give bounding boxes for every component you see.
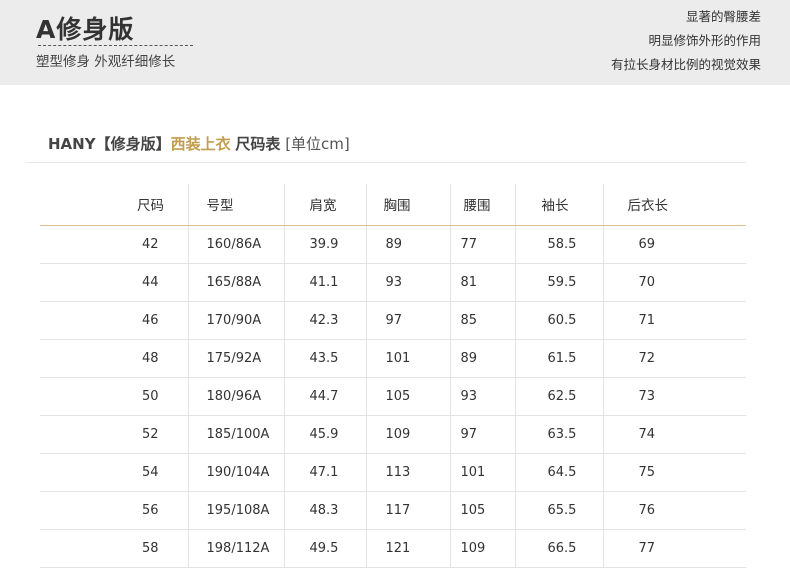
- cell-shoulder: 43.5: [283, 339, 366, 378]
- table-row: 58 198/112A 49.5 121 109 66.5 77: [40, 529, 746, 568]
- banner-subtitle: 塑型修身 外观纤细修长: [36, 54, 176, 70]
- cell-waist: 77: [449, 225, 515, 264]
- cell-size: 44: [40, 263, 188, 302]
- cell-chest: 113: [365, 453, 450, 492]
- cell-waist: 85: [449, 301, 515, 340]
- column-header-back-length: 后衣长: [602, 184, 746, 226]
- header-banner: A修身版 塑型修身 外观纤细修长 显著的臀腰差 明显修饰外形的作用 有拉长身材比…: [0, 0, 790, 85]
- cell-back-length: 77: [602, 529, 746, 568]
- table-row: 44 165/88A 41.1 93 81 59.5 70: [40, 263, 746, 302]
- cell-size: 54: [40, 453, 188, 492]
- column-header-sleeve: 袖长: [514, 184, 603, 226]
- cell-fit-code: 160/86A: [187, 225, 284, 264]
- feature-list: 显著的臀腰差 明显修饰外形的作用 有拉长身材比例的视觉效果: [611, 8, 761, 80]
- heading-unit: [单位cm]: [285, 135, 350, 153]
- feature-item: 显著的臀腰差: [685, 9, 761, 24]
- heading-divider: [26, 162, 746, 163]
- cell-back-length: 75: [602, 453, 746, 492]
- column-header-waist: 腰围: [449, 184, 515, 226]
- cell-fit-code: 198/112A: [187, 529, 284, 568]
- cell-shoulder: 45.9: [283, 415, 366, 454]
- table-row: 56 195/108A 48.3 117 105 65.5 76: [40, 491, 746, 530]
- banner-dashed-divider: [38, 45, 193, 46]
- heading-brand: HANY【修身版】: [48, 135, 171, 153]
- cell-waist: 109: [449, 529, 515, 568]
- heading-table-name: 尺码表: [235, 135, 281, 153]
- cell-chest: 105: [365, 377, 450, 416]
- table-row: 50 180/96A 44.7 105 93 62.5 73: [40, 377, 746, 416]
- cell-sleeve: 65.5: [514, 491, 603, 530]
- table-row: 42 160/86A 39.9 89 77 58.5 69: [40, 225, 746, 264]
- cell-chest: 117: [365, 491, 450, 530]
- cell-shoulder: 47.1: [283, 453, 366, 492]
- cell-fit-code: 195/108A: [187, 491, 284, 530]
- size-table: 尺码 号型 肩宽 胸围 腰围 袖长 后衣长 42 160/86A 39.9 89 77 5…: [40, 184, 746, 568]
- cell-chest: 101: [365, 339, 450, 378]
- feature-item: 有拉长身材比例的视觉效果: [610, 57, 761, 72]
- cell-sleeve: 60.5: [514, 301, 603, 340]
- cell-size: 46: [40, 301, 188, 340]
- column-header-chest: 胸围: [365, 184, 450, 226]
- cell-back-length: 74: [602, 415, 746, 454]
- cell-shoulder: 41.1: [283, 263, 366, 302]
- cell-waist: 105: [449, 491, 515, 530]
- cell-shoulder: 42.3: [283, 301, 366, 340]
- cell-chest: 97: [365, 301, 450, 340]
- table-body: 42 160/86A 39.9 89 77 58.5 69 44 165/88A 41.1 93 81…: [40, 225, 746, 568]
- cell-fit-code: 185/100A: [187, 415, 284, 454]
- column-header-shoulder: 肩宽: [283, 184, 366, 226]
- column-header-fit-code: 号型: [187, 184, 284, 226]
- cell-shoulder: 44.7: [283, 377, 366, 416]
- cell-waist: 81: [449, 263, 515, 302]
- table-row: 48 175/92A 43.5 101 89 61.5 72: [40, 339, 746, 378]
- cell-back-length: 72: [602, 339, 746, 378]
- cell-waist: 97: [449, 415, 515, 454]
- cell-back-length: 71: [602, 301, 746, 340]
- cell-fit-code: 190/104A: [187, 453, 284, 492]
- column-header-size: 尺码: [40, 184, 188, 226]
- cell-sleeve: 63.5: [514, 415, 603, 454]
- table-row: 54 190/104A 47.1 113 101 64.5 75: [40, 453, 746, 492]
- cell-size: 50: [40, 377, 188, 416]
- cell-shoulder: 39.9: [283, 225, 366, 264]
- table-row: 52 185/100A 45.9 109 97 63.5 74: [40, 415, 746, 454]
- cell-sleeve: 59.5: [514, 263, 603, 302]
- cell-fit-code: 175/92A: [187, 339, 284, 378]
- cell-chest: 89: [365, 225, 450, 264]
- cell-size: 58: [40, 529, 188, 568]
- cell-sleeve: 61.5: [514, 339, 603, 378]
- cell-back-length: 70: [602, 263, 746, 302]
- cell-shoulder: 49.5: [283, 529, 366, 568]
- cell-back-length: 69: [602, 225, 746, 264]
- cell-waist: 93: [449, 377, 515, 416]
- cell-chest: 121: [365, 529, 450, 568]
- table-header-row: 尺码 号型 肩宽 胸围 腰围 袖长 后衣长: [40, 184, 746, 226]
- cell-shoulder: 48.3: [283, 491, 366, 530]
- cell-sleeve: 58.5: [514, 225, 603, 264]
- cell-fit-code: 180/96A: [187, 377, 284, 416]
- cell-size: 48: [40, 339, 188, 378]
- cell-waist: 101: [449, 453, 515, 492]
- table-row: 46 170/90A 42.3 97 85 60.5 71: [40, 301, 746, 340]
- heading-product: 西装上衣: [170, 135, 231, 153]
- cell-fit-code: 170/90A: [187, 301, 284, 340]
- cell-size: 56: [40, 491, 188, 530]
- cell-back-length: 73: [602, 377, 746, 416]
- banner-title: A修身版: [36, 15, 135, 44]
- cell-size: 42: [40, 225, 188, 264]
- cell-fit-code: 165/88A: [187, 263, 284, 302]
- size-chart-heading: HANY【修身版】西装上衣 尺码表 [单位cm]: [48, 133, 350, 154]
- feature-item: 明显修饰外形的作用: [648, 33, 761, 48]
- cell-sleeve: 66.5: [514, 529, 603, 568]
- cell-chest: 93: [365, 263, 450, 302]
- cell-chest: 109: [365, 415, 450, 454]
- cell-sleeve: 64.5: [514, 453, 603, 492]
- cell-size: 52: [40, 415, 188, 454]
- cell-sleeve: 62.5: [514, 377, 603, 416]
- cell-waist: 89: [449, 339, 515, 378]
- cell-back-length: 76: [602, 491, 746, 530]
